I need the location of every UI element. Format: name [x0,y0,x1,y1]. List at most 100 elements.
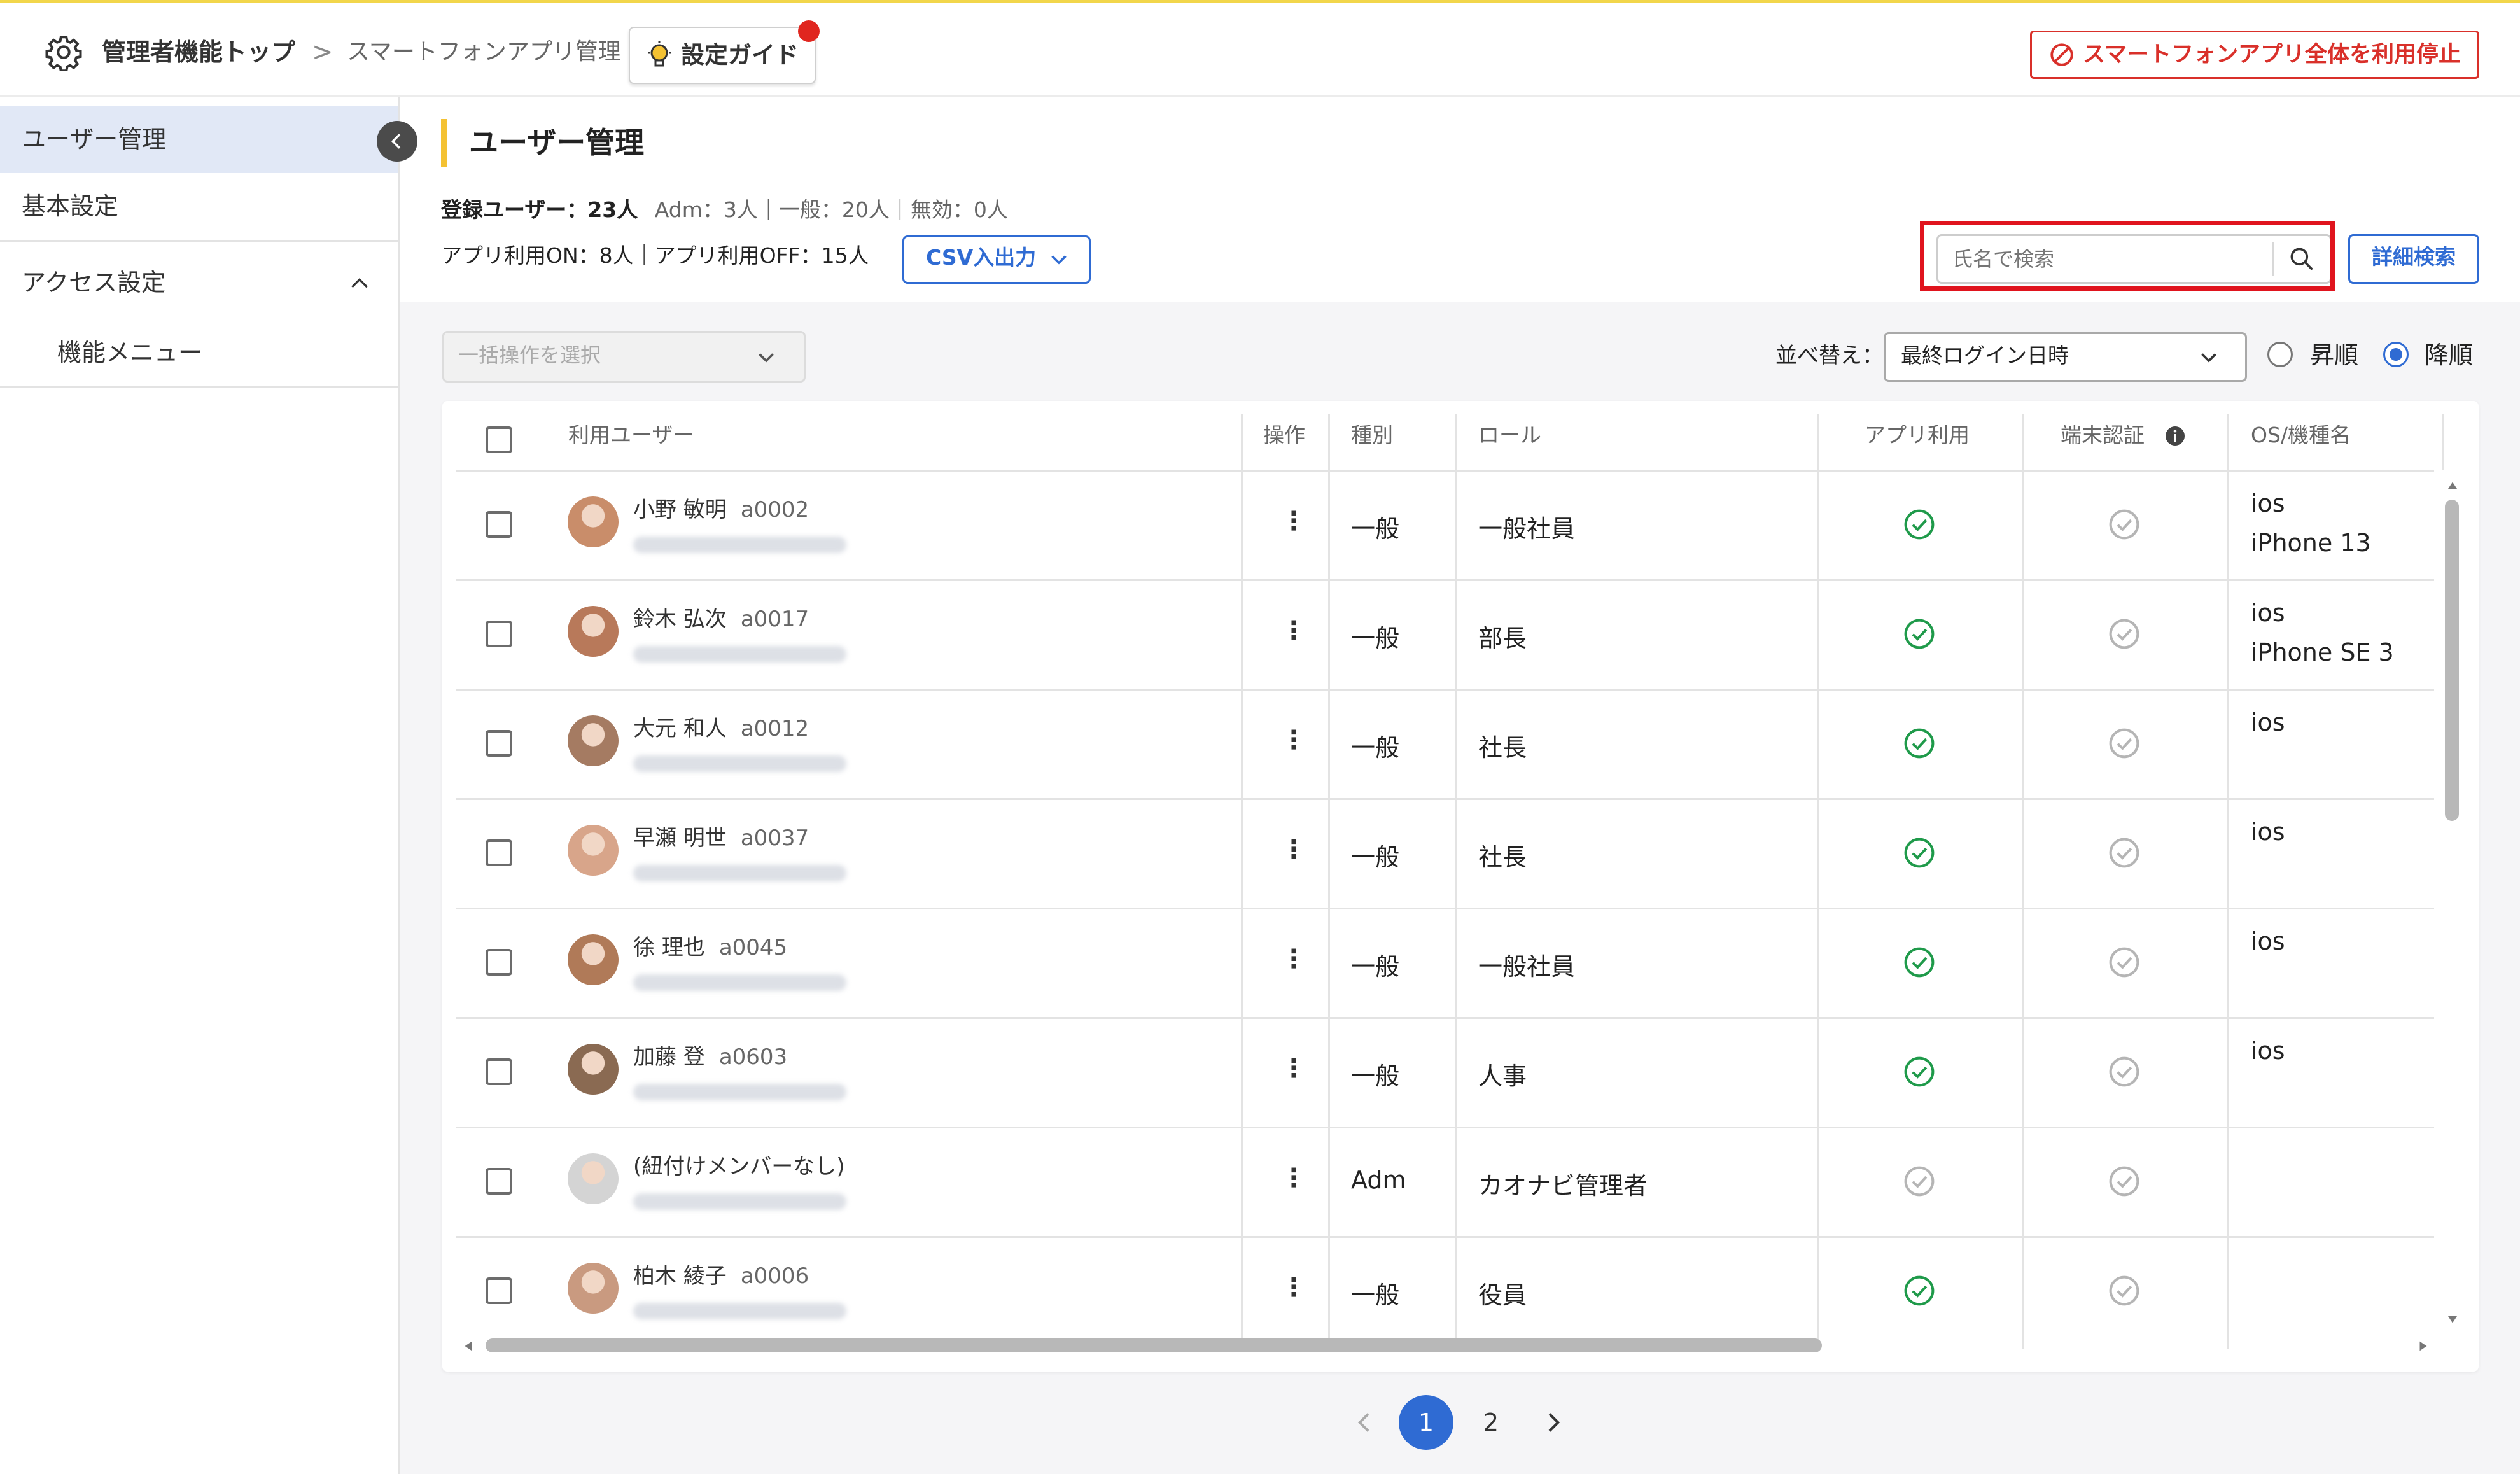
row-menu-button[interactable]: ⋮ [1281,507,1306,536]
collapse-sidebar-button[interactable] [377,121,417,162]
bulk-action-select[interactable]: 一括操作を選択 [442,331,806,383]
app-enabled-check-icon[interactable] [1902,1274,1936,1308]
scroll-up-icon[interactable] [2445,479,2460,493]
row-checkbox[interactable] [486,1058,512,1085]
user-name[interactable]: 加藤 登 a0603 [633,1039,787,1070]
page-2-button[interactable]: 2 [1464,1395,1518,1450]
user-role: 一般社員 [1478,515,1576,543]
sort-select[interactable]: 最終ログイン日時 [1884,332,2247,382]
user-name[interactable]: 大元 和人 a0012 [633,711,809,742]
row-checkbox[interactable] [486,511,512,538]
device-auth-check-icon[interactable] [2107,1164,2141,1198]
device-auth-check-icon[interactable] [2107,726,2141,761]
sidebar-item-basic-settings[interactable]: 基本設定 [0,173,398,240]
table-row[interactable]: 柏木 綾子 a0006 ⋮ 一般 役員 [442,1236,2440,1345]
user-name[interactable]: 徐 理也 a0045 [633,930,787,961]
user-id: a0006 [740,1263,809,1289]
device-auth-check-icon[interactable] [2107,1055,2141,1089]
info-icon[interactable] [2164,425,2187,447]
sidebar-item-access-settings[interactable]: アクセス設定 [0,249,398,316]
app-enabled-check-icon[interactable] [1902,507,1936,542]
row-menu-button[interactable]: ⋮ [1281,1054,1306,1083]
device-model: iPhone 13 [2251,529,2371,557]
stop-all-app-button[interactable]: スマートフォンアプリ全体を利用停止 [2030,31,2479,79]
row-checkbox[interactable] [486,839,512,866]
avatar [568,1044,619,1095]
os-model: ios [2251,922,2285,961]
header-operation: 操作 [1263,423,1305,447]
bulk-action-placeholder: 一括操作を選択 [458,343,601,367]
device-auth-check-icon[interactable] [2107,507,2141,542]
table-row[interactable]: 鈴木 弘次 a0017 ⋮ 一般 部長 ios iPhone SE 3 [442,579,2440,689]
row-checkbox[interactable] [486,730,512,757]
device-auth-check-icon[interactable] [2107,945,2141,979]
scroll-down-icon[interactable] [2445,1312,2460,1326]
select-all-checkbox[interactable] [486,426,512,453]
breadcrumb-root-link[interactable]: 管理者機能トップ [102,33,295,71]
row-menu-button[interactable]: ⋮ [1281,726,1306,755]
user-name[interactable]: 小野 敏明 a0002 [633,492,809,523]
table-row[interactable]: (紐付けメンバーなし) ⋮ Adm カオナビ管理者 [442,1127,2440,1236]
app-usage-stats: アプリ利用ON：8人｜アプリ利用OFF：15人 [441,243,869,268]
chevron-down-icon [759,353,774,363]
user-name[interactable]: 鈴木 弘次 a0017 [633,601,809,633]
device-auth-check-icon[interactable] [2107,836,2141,870]
user-name[interactable]: 早瀬 明世 a0037 [633,820,809,852]
user-name[interactable]: 柏木 綾子 a0006 [633,1258,809,1289]
row-menu-button[interactable]: ⋮ [1281,616,1306,645]
user-name-text: (紐付けメンバーなし) [633,1154,845,1179]
app-enabled-check-icon[interactable] [1902,726,1936,761]
user-type: 一般 [1351,1281,1400,1309]
table-row[interactable]: 徐 理也 a0045 ⋮ 一般 一般社員 ios [442,908,2440,1017]
prev-page-icon[interactable] [1352,1408,1378,1436]
row-checkbox[interactable] [486,1168,512,1195]
table-row[interactable]: 小野 敏明 a0002 ⋮ 一般 一般社員 ios iPhone 13 [442,470,2440,579]
table-row[interactable]: 大元 和人 a0012 ⋮ 一般 社長 ios [442,689,2440,798]
sidebar-item-user-management[interactable]: ユーザー管理 [0,106,398,173]
horizontal-scroll-thumb[interactable] [486,1338,1822,1352]
row-checkbox[interactable] [486,1277,512,1304]
page-1-button[interactable]: 1 [1399,1395,1453,1450]
row-menu-button[interactable]: ⋮ [1281,944,1306,974]
app-enabled-check-icon[interactable] [1902,945,1936,979]
row-checkbox[interactable] [486,621,512,647]
user-name-text: 小野 敏明 [633,497,727,523]
device-auth-check-icon[interactable] [2107,1274,2141,1308]
avatar [568,606,619,657]
scroll-right-icon[interactable] [2416,1338,2430,1354]
advanced-search-button[interactable]: 詳細検索 [2348,234,2479,284]
chevron-down-icon [2201,353,2216,363]
vertical-scroll-thumb[interactable] [2445,500,2459,821]
user-name-text: 加藤 登 [633,1044,705,1070]
user-type: 一般 [1351,624,1400,652]
app-enabled-check-icon[interactable] [1902,617,1936,651]
row-menu-button[interactable]: ⋮ [1281,1273,1306,1302]
os-name: ios [2251,818,2285,846]
order-asc-label: 昇順 [2310,341,2359,369]
next-page-icon[interactable] [1540,1408,1565,1436]
order-asc-radio[interactable] [2267,342,2293,367]
setup-guide-button[interactable]: 設定ガイド [629,27,816,84]
table-row[interactable]: 早瀬 明世 a0037 ⋮ 一般 社長 ios [442,798,2440,908]
app-enabled-check-icon[interactable] [1902,1055,1936,1089]
user-id: a0603 [718,1044,788,1070]
user-name[interactable]: (紐付けメンバーなし) [633,1149,845,1180]
order-desc-radio[interactable] [2383,342,2409,367]
row-checkbox[interactable] [486,949,512,976]
gear-icon[interactable] [45,33,83,71]
row-menu-button[interactable]: ⋮ [1281,1163,1306,1193]
app-disabled-check-icon[interactable] [1902,1164,1936,1198]
csv-io-button[interactable]: CSV入出力 [902,235,1091,284]
device-auth-check-icon[interactable] [2107,617,2141,651]
app-enabled-check-icon[interactable] [1902,836,1936,870]
sidebar-item-function-menu[interactable]: 機能メニュー [0,319,398,386]
blurred-email [633,865,846,881]
user-name-text: 早瀬 明世 [633,825,727,851]
user-id: a0045 [718,935,788,960]
user-type: Adm [1351,1166,1406,1194]
stop-all-app-label: スマートフォンアプリ全体を利用停止 [2083,42,2461,67]
blurred-email [633,1084,846,1100]
row-menu-button[interactable]: ⋮ [1281,835,1306,864]
scroll-left-icon[interactable] [461,1338,475,1354]
table-row[interactable]: 加藤 登 a0603 ⋮ 一般 人事 ios [442,1017,2440,1127]
